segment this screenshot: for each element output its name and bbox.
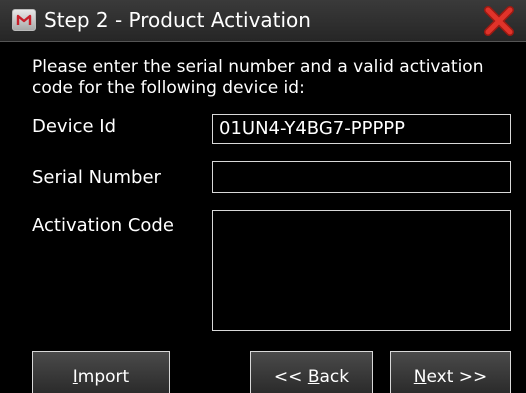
close-x-icon <box>484 6 514 36</box>
back-button[interactable]: << Back <box>250 351 373 393</box>
window-title: Step 2 - Product Activation <box>44 8 311 32</box>
device-id-label: Device Id <box>32 116 117 137</box>
m-logo-icon <box>12 9 36 31</box>
close-button[interactable] <box>482 4 516 38</box>
device-id-field[interactable]: 01UN4-Y4BG7-PPPPP <box>212 114 511 144</box>
serial-number-input[interactable] <box>212 161 511 193</box>
import-button[interactable]: Import <box>32 351 170 393</box>
next-button-label: Next >> <box>413 367 488 387</box>
serial-number-label: Serial Number <box>32 167 161 188</box>
instructions-text: Please enter the serial number and a val… <box>32 57 484 98</box>
import-button-label: Import <box>72 367 130 387</box>
activation-window: Step 2 - Product Activation Please enter… <box>0 0 526 393</box>
activation-code-input[interactable] <box>212 210 511 331</box>
title-bar: Step 2 - Product Activation <box>0 0 526 42</box>
next-button[interactable]: Next >> <box>390 351 511 393</box>
back-button-label: << Back <box>273 367 350 387</box>
activation-code-label: Activation Code <box>32 215 174 236</box>
